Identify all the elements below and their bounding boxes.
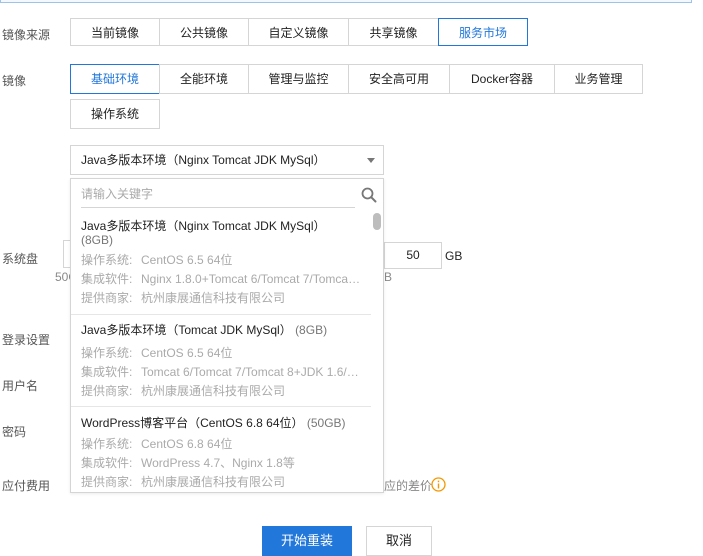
item-os-row: 操作系统: CentOS 6.5 64位 bbox=[81, 253, 233, 267]
image-select[interactable]: Java多版本环境（Nginx Tomcat JDK MySql） bbox=[70, 145, 384, 175]
disk-max-hint: B bbox=[384, 270, 393, 284]
list-item[interactable]: Java多版本环境（Nginx Tomcat JDK MySql） (8GB) … bbox=[71, 219, 371, 315]
item-software-row: 集成软件: Tomcat 6/Tomcat 7/Tomcat 8+JDK 1.6/… bbox=[81, 365, 361, 379]
payable-fee-label: 应付费用 bbox=[2, 479, 51, 493]
item-title: Java多版本环境（Tomcat JDK MySql） (8GB) bbox=[81, 323, 328, 337]
item-software-row: 集成软件: Nginx 1.8.0+Tomcat 6/Tomcat 7/Tomca… bbox=[81, 272, 361, 286]
fee-diff-text: 应的差价 bbox=[384, 479, 433, 493]
item-size: (8GB) bbox=[81, 233, 114, 247]
tab-service-market[interactable]: 服务市场 bbox=[438, 18, 528, 46]
tab-business-management[interactable]: 业务管理 bbox=[554, 64, 643, 94]
disk-unit: GB bbox=[445, 249, 463, 263]
system-disk-label: 系统盘 bbox=[2, 252, 39, 266]
item-title: Java多版本环境（Nginx Tomcat JDK MySql） (8GB) bbox=[81, 219, 326, 247]
password-label: 密码 bbox=[2, 425, 27, 439]
disk-size-input[interactable]: 50 bbox=[384, 242, 442, 269]
login-settings-label: 登录设置 bbox=[2, 333, 51, 347]
item-vendor-row: 提供商家: 杭州康展通信科技有限公司 bbox=[81, 475, 286, 489]
tab-operating-system[interactable]: 操作系统 bbox=[70, 99, 160, 129]
warning-info-icon[interactable] bbox=[431, 477, 446, 492]
image-source-label: 镜像来源 bbox=[2, 28, 51, 42]
tab-public-image[interactable]: 公共镜像 bbox=[159, 18, 249, 46]
image-label: 镜像 bbox=[2, 74, 27, 88]
chevron-down-icon bbox=[367, 158, 375, 163]
item-os-row: 操作系统: CentOS 6.5 64位 bbox=[81, 346, 233, 360]
start-reinstall-button[interactable]: 开始重装 bbox=[262, 526, 352, 556]
item-vendor-row: 提供商家: 杭州康展通信科技有限公司 bbox=[81, 291, 286, 305]
tab-custom-image[interactable]: 自定义镜像 bbox=[248, 18, 349, 46]
item-software-row: 集成软件: WordPress 4.7、Nginx 1.8等 bbox=[81, 456, 295, 470]
tab-basic-env[interactable]: 基础环境 bbox=[70, 64, 160, 94]
tab-full-env[interactable]: 全能环境 bbox=[159, 64, 249, 94]
dropdown-scrollbar[interactable] bbox=[373, 213, 381, 230]
username-label: 用户名 bbox=[2, 379, 39, 393]
item-title: WordPress博客平台（CentOS 6.8 64位） (50GB) bbox=[81, 416, 346, 430]
cancel-button[interactable]: 取消 bbox=[366, 526, 432, 556]
tab-security-ha[interactable]: 安全高可用 bbox=[348, 64, 450, 94]
top-info-bar bbox=[0, 0, 692, 3]
item-os-row: 操作系统: CentOS 6.8 64位 bbox=[81, 437, 233, 451]
item-size: (50GB) bbox=[306, 416, 346, 430]
tab-docker[interactable]: Docker容器 bbox=[449, 64, 555, 94]
image-dropdown-panel: 请输入关键字 Java多版本环境（Nginx Tomcat JDK MySql）… bbox=[70, 178, 384, 493]
keyword-search-input[interactable]: 请输入关键字 bbox=[81, 183, 355, 208]
tab-shared-image[interactable]: 共享镜像 bbox=[348, 18, 439, 46]
item-size: (8GB) bbox=[295, 323, 328, 337]
tab-current-image[interactable]: 当前镜像 bbox=[70, 18, 160, 46]
tab-management-monitoring[interactable]: 管理与监控 bbox=[248, 64, 349, 94]
item-vendor-row: 提供商家: 杭州康展通信科技有限公司 bbox=[81, 384, 286, 398]
list-item[interactable]: Java多版本环境（Tomcat JDK MySql） (8GB) 操作系统: C… bbox=[71, 315, 371, 407]
image-select-value: Java多版本环境（Nginx Tomcat JDK MySql） bbox=[81, 153, 326, 167]
list-item[interactable]: WordPress博客平台（CentOS 6.8 64位） (50GB) 操作系… bbox=[71, 407, 371, 492]
search-icon[interactable] bbox=[361, 187, 377, 203]
